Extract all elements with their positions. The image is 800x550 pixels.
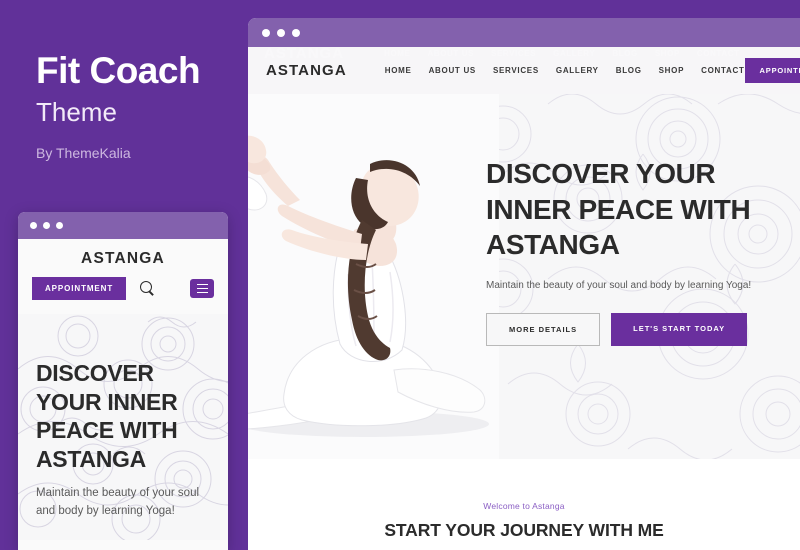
hero-content: DISCOVER YOUR INNER PEACE WITH ASTANGA M… bbox=[486, 156, 786, 346]
hamburger-icon[interactable] bbox=[190, 279, 214, 298]
primary-navigation: HOME ABOUT US SERVICES GALLERY BLOG SHOP… bbox=[385, 66, 745, 75]
mobile-preview-window: ASTANGA APPOINTMENT DISCOVER YOUR INNER … bbox=[18, 212, 228, 550]
hero-heading: DISCOVER YOUR INNER PEACE WITH ASTANGA bbox=[486, 158, 751, 261]
nav-item-about-us[interactable]: ABOUT US bbox=[429, 66, 476, 75]
mobile-site-logo[interactable]: ASTANGA bbox=[18, 239, 228, 268]
mobile-hero-heading: DISCOVER YOUR INNER PEACE WITH ASTANGA bbox=[36, 360, 178, 472]
desktop-titlebar bbox=[248, 18, 800, 47]
welcome-kicker: Welcome to Astanga bbox=[483, 501, 565, 511]
search-icon[interactable] bbox=[140, 281, 155, 296]
nav-item-contact[interactable]: CONTACT bbox=[701, 66, 744, 75]
mobile-appointment-button[interactable]: APPOINTMENT bbox=[32, 277, 127, 300]
hero-cta-group: MORE DETAILS LET'S START TODAY bbox=[486, 312, 786, 346]
theme-subtitle: Theme bbox=[36, 96, 117, 127]
window-dot-icon bbox=[277, 28, 285, 37]
hero-section: DISCOVER YOUR INNER PEACE WITH ASTANGA M… bbox=[248, 94, 800, 459]
nav-item-services[interactable]: SERVICES bbox=[493, 66, 539, 75]
main-navbar: ASTANGA HOME ABOUT US SERVICES GALLERY B… bbox=[248, 47, 800, 94]
window-dot-icon bbox=[43, 222, 50, 229]
hero-subtext: Maintain the beauty of your soul and bod… bbox=[486, 279, 752, 291]
mobile-hero-section: DISCOVER YOUR INNER PEACE WITH ASTANGA M… bbox=[18, 314, 228, 540]
header-actions: APPOINTMENT 0 bbox=[744, 58, 800, 83]
welcome-heading: START YOUR JOURNEY WITH ME bbox=[384, 520, 664, 540]
desktop-preview-window: ASTANGA HOME ABOUT US SERVICES GALLERY B… bbox=[248, 18, 800, 550]
page-title: Fit Coach bbox=[36, 50, 201, 91]
site-header: ASTANGA HOME ABOUT US SERVICES GALLERY B… bbox=[248, 45, 800, 94]
nav-item-gallery[interactable]: GALLERY bbox=[556, 66, 599, 75]
window-dot-icon bbox=[292, 28, 300, 37]
nav-item-shop[interactable]: SHOP bbox=[659, 66, 684, 75]
mobile-hero-subtext: Maintain the beauty of your soul and bod… bbox=[36, 487, 200, 517]
appointment-button[interactable]: APPOINTMENT bbox=[744, 58, 800, 83]
welcome-section: Welcome to Astanga START YOUR JOURNEY WI… bbox=[248, 459, 800, 550]
mobile-header-actions: APPOINTMENT bbox=[18, 268, 228, 300]
more-details-button[interactable]: MORE DETAILS bbox=[486, 312, 601, 346]
window-dot-icon bbox=[262, 28, 270, 37]
window-dot-icon bbox=[30, 222, 37, 229]
mobile-viewport: ASTANGA APPOINTMENT DISCOVER YOUR INNER … bbox=[18, 239, 228, 550]
nav-item-blog[interactable]: BLOG bbox=[616, 66, 642, 75]
site-logo[interactable]: ASTANGA bbox=[266, 62, 347, 79]
lets-start-today-button[interactable]: LET'S START TODAY bbox=[611, 312, 748, 346]
window-dot-icon bbox=[56, 222, 63, 229]
hero-yoga-image bbox=[248, 94, 499, 459]
theme-author: By ThemeKalia bbox=[36, 145, 131, 162]
nav-item-home[interactable]: HOME bbox=[385, 66, 412, 75]
mobile-titlebar bbox=[18, 212, 228, 239]
